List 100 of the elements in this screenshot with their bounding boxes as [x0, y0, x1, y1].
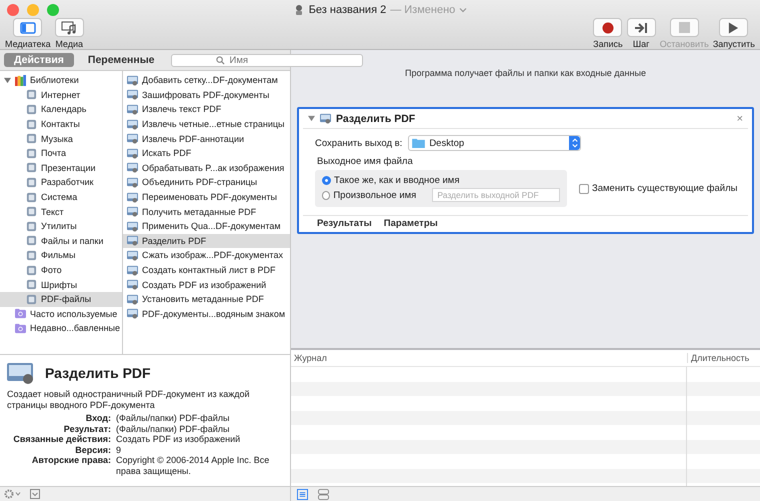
action-item[interactable]: Создать PDF из изображений — [123, 277, 290, 292]
field-label: Авторские права: — [30, 455, 111, 467]
split-view-button[interactable] — [318, 488, 329, 500]
category-icon — [26, 192, 37, 203]
pdf-action-icon — [127, 162, 138, 174]
pdf-action-icon — [127, 89, 138, 100]
library-item[interactable]: Календарь — [0, 102, 122, 117]
pdf-action-icon — [127, 74, 138, 86]
action-item[interactable]: Объединить PDF-страницы — [123, 175, 290, 190]
chevron-icon[interactable] — [459, 7, 468, 13]
checkbox[interactable] — [579, 184, 589, 194]
radio-button[interactable] — [322, 190, 330, 200]
column-header[interactable]: Журнал — [291, 353, 687, 363]
field-value: Создать PDF из изображений — [116, 434, 242, 444]
stop-icon — [670, 18, 699, 37]
action-card-title: Разделить PDF — [336, 112, 416, 124]
category-icon — [26, 220, 37, 232]
library-item[interactable]: Файлы и папки — [0, 234, 122, 248]
library-item[interactable]: Часто используемые — [0, 306, 122, 322]
action-description: Создает новый одностраничный PDF-документ из каждой страницы вводного PDF-документа — [7, 389, 251, 411]
category-icon — [26, 148, 37, 159]
smart-folder-icon — [15, 308, 26, 320]
description-toggle-icon[interactable] — [30, 489, 40, 499]
folder-icon — [412, 138, 426, 148]
search-field[interactable]: Имя — [170, 54, 363, 66]
field-value: Copyright © 2006-2014 Apple Inc. Все права защищены. — [116, 455, 270, 476]
pdf-action-icon — [127, 294, 138, 305]
action-item[interactable]: PDF-документы...водяным знаком — [123, 306, 290, 322]
save-location-label: Сохранить выход в: — [315, 138, 402, 148]
library-item[interactable]: Фото — [0, 262, 122, 278]
folder-popup[interactable]: Desktop — [408, 135, 582, 151]
record-button[interactable]: Запись — [592, 18, 624, 49]
pdf-action-icon — [127, 235, 138, 246]
disclosure-triangle-icon[interactable] — [308, 115, 315, 122]
action-item[interactable]: Зашифровать PDF-документы — [123, 88, 290, 102]
action-item[interactable]: Разделить PDF — [123, 234, 290, 248]
tab[interactable]: Переменные — [78, 53, 165, 67]
action-item[interactable]: Установить метаданные PDF — [123, 292, 290, 306]
library-item[interactable]: Интернет — [0, 88, 122, 102]
close-button[interactable]: × — [736, 112, 743, 124]
category-icon — [26, 133, 37, 144]
library-item[interactable]: Библиотеки — [0, 73, 122, 88]
smart-folder-icon — [15, 322, 26, 334]
checkbox-label: Заменить существующие файлы — [592, 183, 738, 194]
column-header[interactable]: Длительность — [687, 353, 750, 363]
step-button[interactable]: Шаг — [626, 18, 657, 49]
photo-music-icon — [54, 18, 84, 37]
category-icon — [26, 235, 37, 246]
action-item[interactable]: Сжать изображ...PDF-документах — [123, 248, 290, 263]
field-label: Результат: — [62, 424, 111, 434]
category-icon — [26, 279, 37, 290]
library-item[interactable]: Система — [0, 190, 122, 204]
zoom-window-button[interactable] — [47, 4, 59, 16]
library-item[interactable]: Почта — [0, 146, 122, 161]
library-item[interactable]: Текст — [0, 204, 122, 219]
pdf-action-icon — [127, 192, 138, 203]
library-item[interactable]: Презентации — [0, 160, 122, 176]
action-item[interactable]: Извлечь текст PDF — [123, 102, 290, 117]
radio-label: Такое же, как и вводное имя — [334, 175, 460, 186]
books-icon — [15, 74, 26, 86]
gear-menu-icon[interactable] — [4, 489, 22, 499]
action-item[interactable]: Обрабатывать P...ак изображения — [123, 160, 290, 176]
action-item[interactable]: Извлечь четные...етные страницы — [123, 116, 290, 132]
pdf-action-icon — [127, 206, 138, 218]
action-item[interactable]: Применить Qua...DF-документам — [123, 218, 290, 234]
radio-button[interactable] — [322, 176, 331, 185]
library-item[interactable]: Шрифты — [0, 277, 122, 292]
library-item[interactable]: Недавно...бавленные — [0, 321, 122, 336]
action-item[interactable]: Получить метаданные PDF — [123, 204, 290, 219]
pdf-action-icon — [127, 148, 138, 159]
disclosure-triangle-icon[interactable] — [4, 76, 11, 84]
card-tab[interactable]: Результаты — [317, 218, 372, 229]
library-item[interactable]: Утилиты — [0, 218, 122, 234]
library-item[interactable]: Разработчик — [0, 175, 122, 190]
category-icon — [26, 250, 37, 261]
library-button[interactable]: Медиатека — [4, 18, 52, 49]
field-value: (Файлы/папки) PDF-файлы — [116, 413, 230, 424]
action-item[interactable]: Извлечь PDF-аннотации — [123, 131, 290, 146]
field-label: Связанные действия: — [12, 434, 111, 444]
close-window-button[interactable] — [7, 4, 19, 16]
category-icon — [26, 264, 37, 276]
stepper-icon — [569, 136, 580, 150]
action-item[interactable]: Искать PDF — [123, 146, 290, 161]
field-value: 9 — [116, 444, 122, 455]
library-item[interactable]: PDF-файлы — [0, 292, 122, 306]
pdf-action-icon — [127, 264, 138, 276]
pdf-action-icon — [127, 133, 138, 144]
library-item[interactable]: Фильмы — [0, 248, 122, 263]
pdf-action-icon — [127, 104, 138, 115]
library-item[interactable]: Музыка — [0, 131, 122, 146]
radio-label: Произвольное имя — [333, 190, 416, 200]
action-item[interactable]: Добавить сетку...DF-документам — [123, 73, 290, 88]
action-item[interactable]: Создать контактный лист в PDF — [123, 262, 290, 278]
run-button[interactable]: Запустить — [712, 18, 756, 49]
pdf-action-icon — [320, 113, 331, 124]
media-button[interactable]: Медиа — [54, 18, 85, 49]
action-item[interactable]: Переименовать PDF-документы — [123, 190, 290, 204]
list-view-button[interactable] — [297, 488, 308, 500]
card-tab[interactable]: Параметры — [384, 218, 438, 229]
library-item[interactable]: Контакты — [0, 116, 122, 132]
